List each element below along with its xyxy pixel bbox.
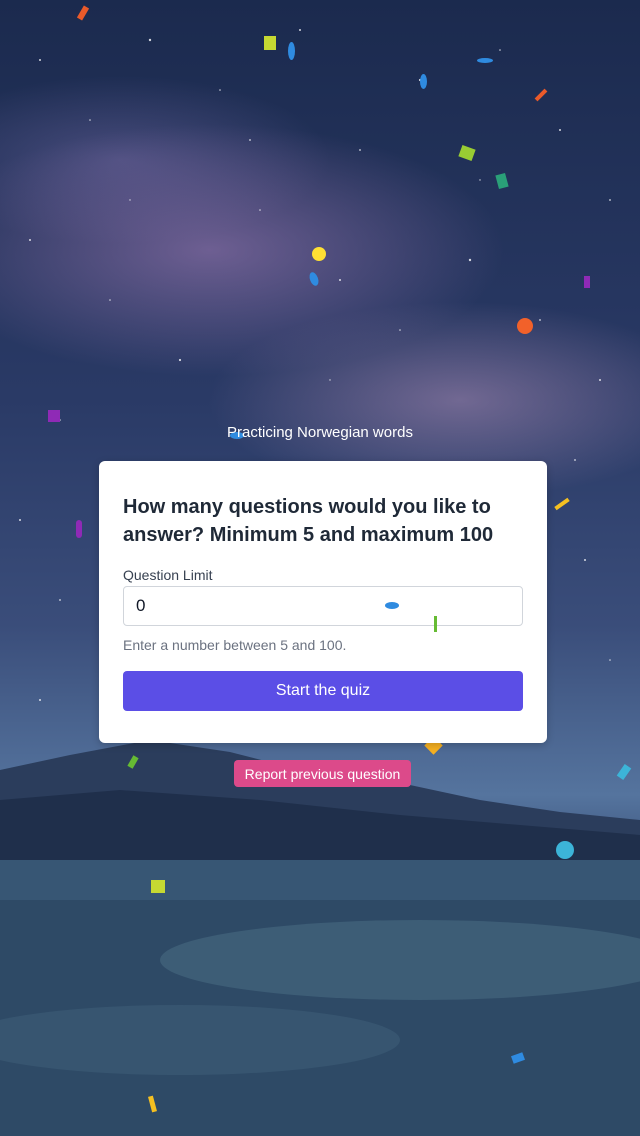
start-quiz-button[interactable]: Start the quiz <box>123 671 523 711</box>
confetti-piece <box>312 247 326 261</box>
report-previous-question-button[interactable]: Report previous question <box>234 760 411 787</box>
confetti-piece <box>48 410 60 422</box>
card-title: How many questions would you like to ans… <box>123 496 494 546</box>
confetti-piece <box>76 520 82 538</box>
confetti-piece <box>288 42 295 60</box>
question-limit-label: Question Limit <box>123 567 213 583</box>
question-limit-input[interactable] <box>123 586 523 626</box>
confetti-piece <box>434 616 437 632</box>
confetti-piece <box>477 58 493 63</box>
confetti-piece <box>385 602 399 609</box>
confetti-piece <box>517 318 533 334</box>
confetti-piece <box>420 74 427 89</box>
confetti-piece <box>556 841 574 859</box>
confetti-piece <box>151 880 165 893</box>
confetti-piece <box>264 36 276 50</box>
page-subtitle: Practicing Norwegian words <box>227 424 413 441</box>
question-limit-card: How many questions would you like to ans… <box>99 461 547 743</box>
confetti-piece <box>584 276 590 288</box>
question-limit-hint: Enter a number between 5 and 100. <box>123 637 347 653</box>
